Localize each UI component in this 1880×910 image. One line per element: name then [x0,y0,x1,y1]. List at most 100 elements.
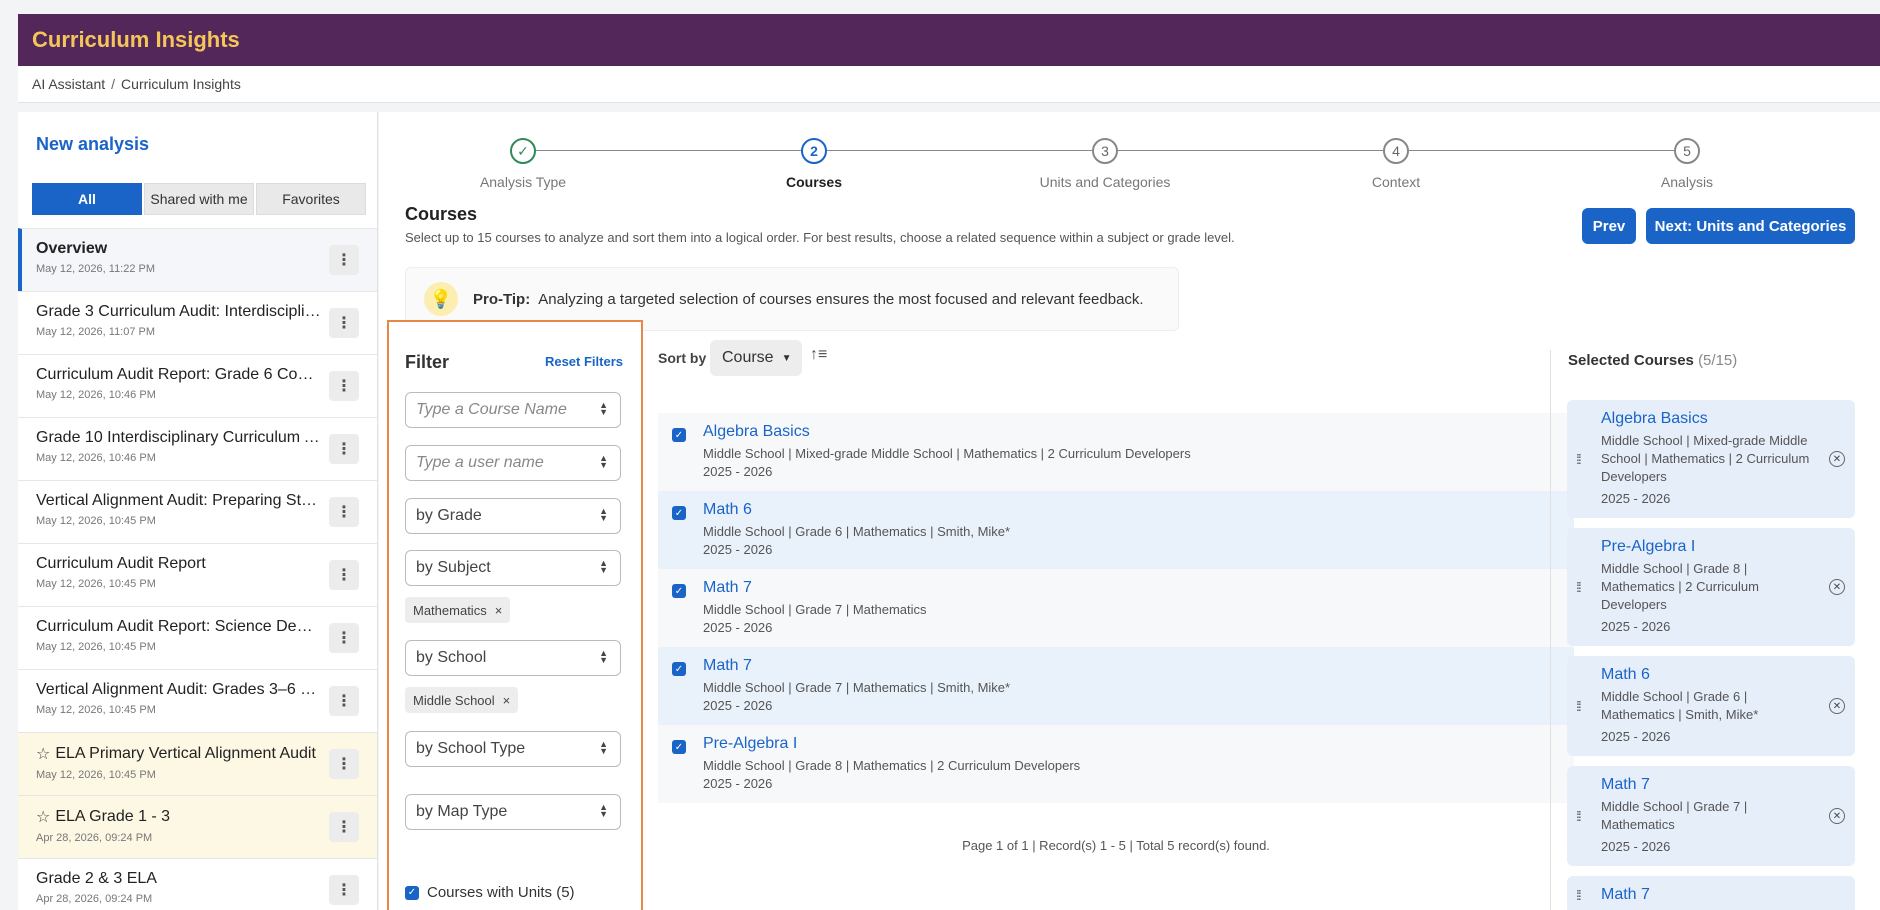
step-label: Context [1371,174,1421,190]
selected-course-year: 2025 - 2026 [1601,491,1671,506]
reset-filters-link[interactable]: Reset Filters [545,354,623,369]
course-name-link[interactable]: Algebra Basics [703,423,1574,441]
more-options-icon[interactable]: ⋮ [329,497,359,527]
analysis-list-item[interactable]: Curriculum Audit Report: Science Departm… [18,606,377,669]
tab-shared-with-me[interactable]: Shared with me [144,183,254,215]
user-name-placeholder: Type a user name [416,454,544,471]
course-row[interactable]: ✓ Math 7 Middle School | Grade 7 | Mathema… [658,569,1574,647]
selected-course-card[interactable]: ⁞⁞ Algebra Basics Middle School | Mixed-gr… [1567,400,1855,518]
select-arrows-icon: ▲ ▼ [599,648,608,665]
new-analysis-link[interactable]: New analysis [36,134,149,155]
course-checkbox[interactable]: ✓ [672,584,686,598]
step-label: Analysis Type [479,174,567,190]
selected-course-year: 2025 - 2026 [1601,729,1671,744]
close-icon[interactable]: × [495,603,503,618]
course-checkbox[interactable]: ✓ [672,506,686,520]
remove-circle-icon[interactable]: ✕ [1829,808,1845,824]
course-name-link[interactable]: Pre-Algebra I [703,735,1574,753]
analysis-item-date: Apr 28, 2026, 09:24 PM [36,893,153,905]
subject-select[interactable]: by Subject ▲ ▼ [405,550,621,586]
user-name-input[interactable]: Type a user name ▲ ▼ [405,445,621,481]
step-5[interactable]: 5 Analysis [1607,138,1767,190]
drag-handle-icon[interactable]: ⁞⁞ [1576,699,1582,713]
course-name-link[interactable]: Math 7 [703,579,1574,597]
grade-select[interactable]: by Grade ▲ ▼ [405,498,621,534]
analysis-list-item[interactable]: Curriculum Audit Report May 12, 2026, 10:… [18,543,377,606]
course-list: ✓ Algebra Basics Middle School | Mixed-gra… [658,413,1574,803]
sort-select[interactable]: Course ▼ [710,340,802,376]
courses-with-units-checkbox[interactable]: ✓ Courses with Units (5) [405,884,575,901]
breadcrumb-ai-assistant[interactable]: AI Assistant [32,76,105,92]
subject-chip: Mathematics × [405,597,511,623]
drag-handle-icon[interactable]: ⁞⁞ [1576,580,1582,594]
more-options-icon[interactable]: ⋮ [329,308,359,338]
course-name-input[interactable]: Type a Course Name ▲ ▼ [405,392,621,428]
next-button[interactable]: Next: Units and Categories [1646,208,1855,244]
remove-circle-icon[interactable]: ✕ [1829,698,1845,714]
course-row[interactable]: ✓ Algebra Basics Middle School | Mixed-gra… [658,413,1574,491]
close-icon[interactable]: × [503,693,511,708]
more-options-icon[interactable]: ⋮ [329,245,359,275]
selected-course-name[interactable]: Algebra Basics [1601,410,1817,428]
sort-ascending-icon[interactable]: ↑≡ [810,346,827,364]
remove-circle-icon[interactable]: ✕ [1829,579,1845,595]
analysis-list-item[interactable]: Vertical Alignment Audit: Preparing Stud… [18,480,377,543]
main-panel: ✓ Analysis Type 2 Courses 3 Units and Categor… [379,112,1880,910]
remove-circle-icon[interactable]: ✕ [1829,451,1845,467]
more-options-icon[interactable]: ⋮ [329,749,359,779]
selected-course-card[interactable]: ⁞⁞ Math 7 [1567,876,1855,910]
course-row[interactable]: ✓ Math 7 Middle School | Grade 7 | Mathema… [658,647,1574,725]
course-checkbox[interactable]: ✓ [672,428,686,442]
map-type-select[interactable]: by Map Type ▲ ▼ [405,794,621,830]
analysis-list-item[interactable]: Overview May 12, 2026, 11:22 PM ⋮ [18,228,377,291]
analysis-list-item[interactable]: ☆ ELA Grade 1 - 3 Apr 28, 2026, 09:24 PM ⋮ [18,795,377,858]
analysis-list-item[interactable]: Vertical Alignment Audit: Grades 3–6 Mat… [18,669,377,732]
selected-course-card[interactable]: ⁞⁞ Pre-Algebra I Middle School | Grade 8 |… [1567,528,1855,646]
selected-course-card[interactable]: ⁞⁞ Math 7 Middle School | Grade 7 | Mathem… [1567,766,1855,866]
analysis-list-item[interactable]: Curriculum Audit Report: Grade 6 Courses… [18,354,377,417]
analysis-list-item[interactable]: Grade 3 Curriculum Audit: Interdisciplin… [18,291,377,354]
more-options-icon[interactable]: ⋮ [329,623,359,653]
selected-course-name[interactable]: Math 7 [1601,886,1817,904]
tab-all[interactable]: All [32,183,142,215]
course-row[interactable]: ✓ Pre-Algebra I Middle School | Grade 8 | … [658,725,1574,803]
prev-button[interactable]: Prev [1582,208,1636,244]
course-checkbox[interactable]: ✓ [672,662,686,676]
selected-course-name[interactable]: Math 6 [1601,666,1817,684]
course-row[interactable]: ✓ Math 6 Middle School | Grade 6 | Mathema… [658,491,1574,569]
selected-course-name[interactable]: Math 7 [1601,776,1817,794]
more-options-icon[interactable]: ⋮ [329,875,359,905]
tab-favorites[interactable]: Favorites [256,183,366,215]
course-checkbox[interactable]: ✓ [672,740,686,754]
school-type-select-label: by School Type [416,740,526,757]
star-icon[interactable]: ☆ [36,807,50,827]
drag-handle-icon[interactable]: ⁞⁞ [1576,452,1582,466]
star-icon[interactable]: ☆ [36,744,50,764]
analysis-item-date: May 12, 2026, 10:45 PM [36,641,156,653]
drag-handle-icon[interactable]: ⁞⁞ [1576,888,1582,902]
school-type-select[interactable]: by School Type ▲ ▼ [405,731,621,767]
step-4[interactable]: 4 Context [1316,138,1476,190]
step-3[interactable]: 3 Units and Categories [1025,138,1185,190]
analysis-list-item[interactable]: Grade 2 & 3 ELA Apr 28, 2026, 09:24 PM ⋮ [18,858,377,910]
school-select[interactable]: by School ▲ ▼ [405,640,621,676]
select-arrows-icon: ▲ ▼ [599,802,608,819]
analysis-item-title: Grade 3 Curriculum Audit: Interdisciplin… [36,303,321,321]
analysis-item-date: May 12, 2026, 10:45 PM [36,515,156,527]
more-options-icon[interactable]: ⋮ [329,371,359,401]
more-options-icon[interactable]: ⋮ [329,812,359,842]
more-options-icon[interactable]: ⋮ [329,686,359,716]
step-1[interactable]: ✓ Analysis Type [443,138,603,190]
selected-course-name[interactable]: Pre-Algebra I [1601,538,1817,556]
step-2[interactable]: 2 Courses [734,138,894,190]
course-name-link[interactable]: Math 7 [703,657,1574,675]
analysis-list-item[interactable]: Grade 10 Interdisciplinary Curriculum Au… [18,417,377,480]
selected-course-card[interactable]: ⁞⁞ Math 6 Middle School | Grade 6 | Mathem… [1567,656,1855,756]
more-options-icon[interactable]: ⋮ [329,560,359,590]
selected-courses-title: Selected Courses (5/15) [1568,352,1737,369]
filter-title: Filter [405,352,450,372]
drag-handle-icon[interactable]: ⁞⁞ [1576,809,1582,823]
course-name-link[interactable]: Math 6 [703,501,1574,519]
more-options-icon[interactable]: ⋮ [329,434,359,464]
analysis-list-item[interactable]: ☆ ELA Primary Vertical Alignment Audit May… [18,732,377,795]
